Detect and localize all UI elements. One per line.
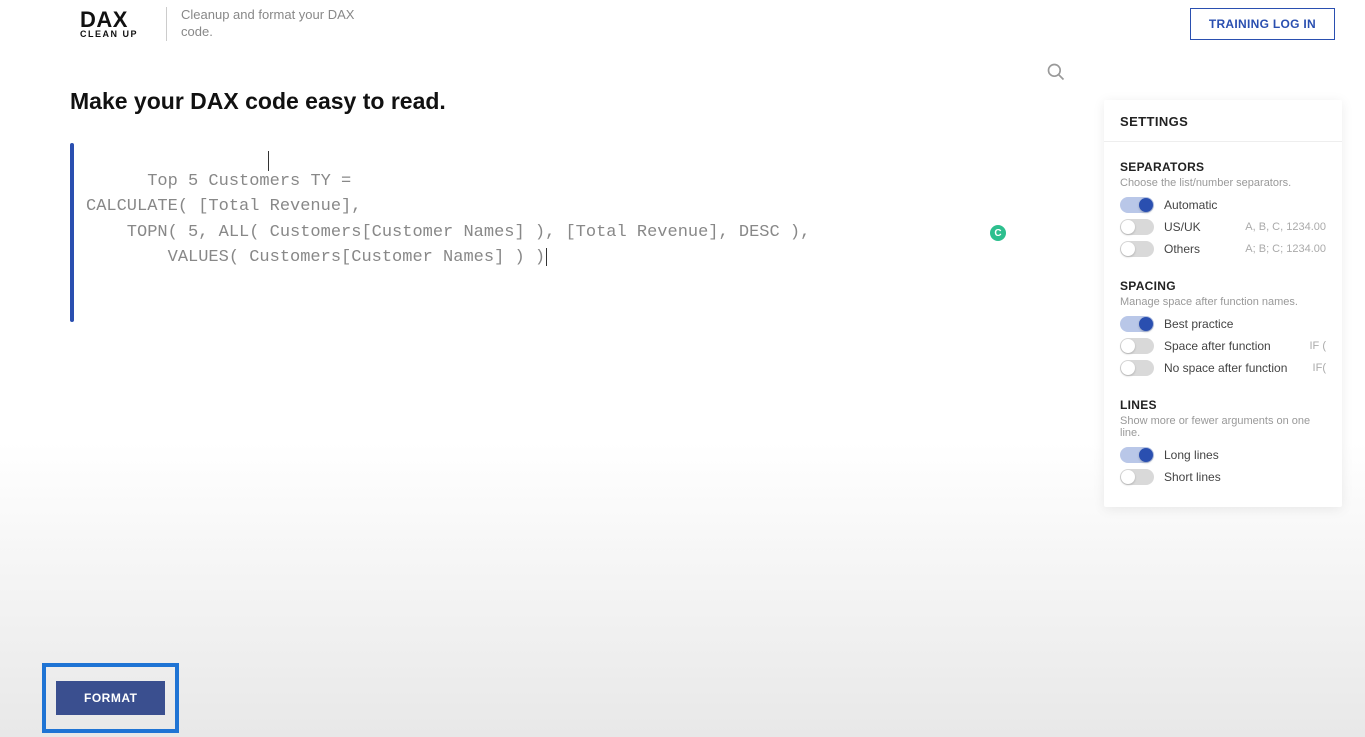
toggle-label: Space after function [1164, 339, 1310, 353]
code-text: Top 5 Customers TY = CALCULATE( [Total R… [86, 172, 810, 268]
toggle-label: Best practice [1164, 317, 1326, 331]
spacing-title: SPACING [1120, 279, 1326, 293]
text-caret-icon [268, 151, 269, 171]
code-left-border [70, 143, 74, 322]
spacing-subtitle: Manage space after function names. [1120, 296, 1326, 308]
lines-title: LINES [1120, 398, 1326, 412]
toggle-label: Others [1164, 242, 1245, 256]
spacing-option-best[interactable]: Best practice [1120, 316, 1326, 332]
toggle-usuk[interactable] [1120, 219, 1154, 235]
logo-text-sub: CLEAN UP [80, 30, 138, 39]
header: DAX CLEAN UP Cleanup and format your DAX… [0, 0, 1365, 48]
training-login-button[interactable]: TRAINING LOG IN [1190, 8, 1335, 40]
header-divider [166, 7, 167, 41]
search-icon[interactable] [1046, 62, 1066, 82]
code-editor[interactable]: Top 5 Customers TY = CALCULATE( [Total R… [86, 143, 810, 322]
settings-panel: SETTINGS SEPARATORS Choose the list/numb… [1104, 100, 1342, 507]
lines-subtitle: Show more or fewer arguments on one line… [1120, 415, 1326, 439]
toggle-hint: IF ( [1310, 340, 1327, 352]
toggle-label: No space after function [1164, 361, 1313, 375]
toggle-label: US/UK [1164, 220, 1245, 234]
separator-option-others[interactable]: Others A; B; C; 1234.00 [1120, 241, 1326, 257]
toggle-hint: A; B; C; 1234.00 [1245, 243, 1326, 255]
toggle-hint: A, B, C, 1234.00 [1245, 221, 1326, 233]
separators-title: SEPARATORS [1120, 160, 1326, 174]
settings-body: SEPARATORS Choose the list/number separa… [1104, 142, 1342, 507]
text-cursor-icon [546, 248, 547, 266]
status-ok-icon: C [990, 225, 1006, 241]
toggle-label: Long lines [1164, 448, 1326, 462]
toggle-space-after[interactable] [1120, 338, 1154, 354]
toggle-short-lines[interactable] [1120, 469, 1154, 485]
toggle-automatic[interactable] [1120, 197, 1154, 213]
toggle-hint: IF( [1313, 362, 1326, 374]
spacing-option-space-after[interactable]: Space after function IF ( [1120, 338, 1326, 354]
toggle-best-practice[interactable] [1120, 316, 1154, 332]
separator-option-usuk[interactable]: US/UK A, B, C, 1234.00 [1120, 219, 1326, 235]
toggle-long-lines[interactable] [1120, 447, 1154, 463]
tagline: Cleanup and format your DAX code. [181, 7, 381, 41]
separators-subtitle: Choose the list/number separators. [1120, 177, 1326, 189]
toggle-no-space[interactable] [1120, 360, 1154, 376]
logo[interactable]: DAX CLEAN UP [80, 9, 138, 39]
format-button[interactable]: FORMAT [56, 681, 165, 715]
toggle-label: Automatic [1164, 198, 1326, 212]
settings-title: SETTINGS [1104, 100, 1342, 142]
lines-option-short[interactable]: Short lines [1120, 469, 1326, 485]
spacing-option-no-space[interactable]: No space after function IF( [1120, 360, 1326, 376]
toggle-label: Short lines [1164, 470, 1326, 484]
format-button-highlight: FORMAT [42, 663, 179, 733]
logo-text-main: DAX [80, 9, 138, 31]
toggle-others[interactable] [1120, 241, 1154, 257]
main: Make your DAX code easy to read. Top 5 C… [0, 48, 1365, 322]
separator-option-automatic[interactable]: Automatic [1120, 197, 1326, 213]
lines-option-long[interactable]: Long lines [1120, 447, 1326, 463]
